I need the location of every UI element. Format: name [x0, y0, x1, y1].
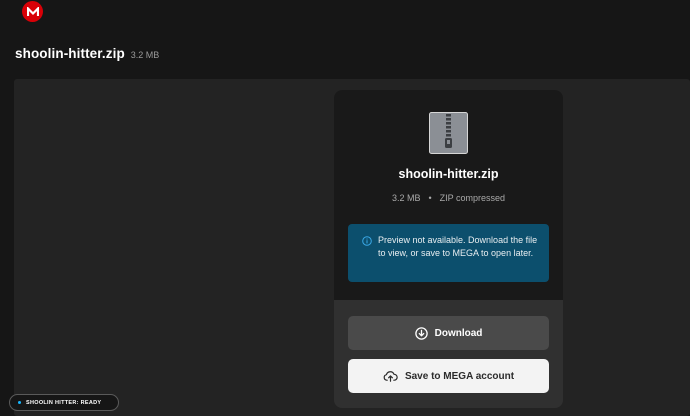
save-button-label: Save to MEGA account — [404, 370, 515, 382]
card-file-name: shoolin-hitter.zip — [398, 167, 499, 181]
zip-file-icon — [429, 112, 468, 154]
file-card: shoolin-hitter.zip 3.2 MB • ZIP compressed… — [334, 90, 563, 408]
header-title: shoolin-hitter.zip 3.2 MB — [15, 46, 159, 61]
status-badge: SHOOLIN HITTER: READY — [9, 394, 119, 411]
download-button-label: Download — [434, 327, 483, 339]
info-circle-icon — [362, 236, 372, 246]
download-button[interactable]: Download — [348, 316, 549, 350]
file-card-info: shoolin-hitter.zip 3.2 MB • ZIP compressed… — [334, 90, 563, 300]
status-dot-icon — [18, 401, 21, 404]
header-file-name: shoolin-hitter.zip — [15, 46, 125, 61]
meta-separator: • — [428, 193, 432, 203]
mega-logo-icon — [26, 6, 39, 16]
preview-unavailable-notice: Preview not available. Download the file… — [348, 224, 549, 282]
preview-unavailable-text: Preview not available. Download the file… — [378, 235, 538, 258]
page: shoolin-hitter.zip 3.2 MB shoolin-hitter… — [0, 0, 690, 416]
save-to-mega-button[interactable]: Save to MEGA account — [348, 359, 549, 393]
cloud-upload-icon — [383, 371, 398, 382]
mega-logo[interactable] — [22, 1, 43, 22]
card-file-type: ZIP compressed — [439, 193, 506, 203]
header-file-size: 3.2 MB — [130, 50, 160, 60]
status-text: SHOOLIN HITTER: READY — [26, 399, 102, 406]
card-file-size: 3.2 MB — [391, 193, 421, 203]
download-circle-icon — [414, 326, 428, 340]
card-file-meta: 3.2 MB • ZIP compressed — [334, 193, 563, 203]
